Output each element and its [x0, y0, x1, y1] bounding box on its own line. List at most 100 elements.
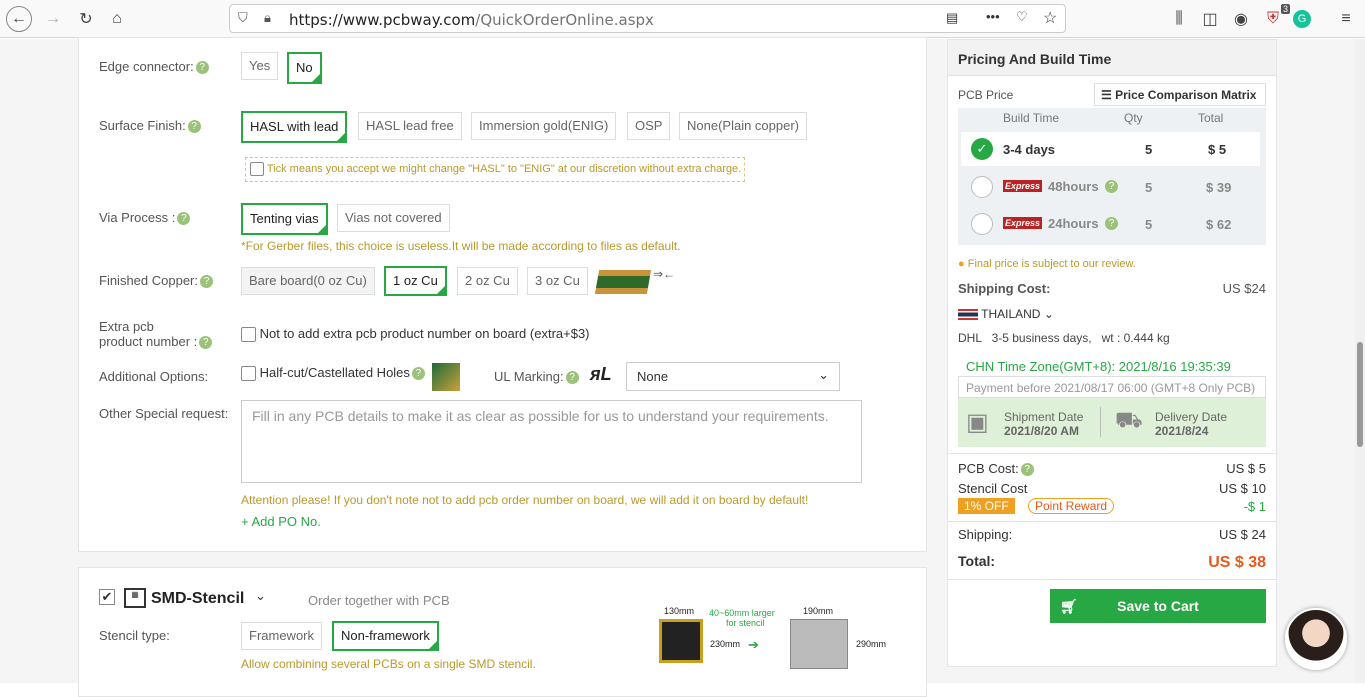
reload-icon[interactable]: ↻	[73, 6, 99, 32]
account-icon[interactable]: ◉	[1228, 6, 1254, 32]
hasl-lead-option[interactable]: HASL with lead	[241, 111, 348, 144]
price-row-48hours[interactable]: Express 48hours? 5 $ 39	[961, 170, 1260, 204]
help-icon[interactable]: ?	[565, 371, 579, 385]
lock-icon[interactable]: 🔒︎	[264, 10, 271, 26]
price-matrix-button[interactable]: ☰ Price Comparison Matrix	[1094, 83, 1266, 106]
pcb-options-card: Edge connector:? Yes No Surface Finish:?…	[78, 37, 927, 552]
scrollbar-thumb[interactable]	[1357, 342, 1363, 447]
bare-board-option[interactable]: Bare board(0 oz Cu)	[241, 267, 375, 295]
ul-marking-label: UL Marking:?	[494, 369, 579, 385]
help-icon[interactable]: ?	[1105, 217, 1118, 230]
help-icon[interactable]: ?	[1105, 180, 1118, 193]
off-badge: 1% OFF	[958, 498, 1015, 514]
pcb-price-label: PCB Price	[958, 88, 1014, 102]
delivery-icon: ⛟	[1115, 407, 1143, 432]
ul-marking-select[interactable]: None ⌄	[626, 362, 840, 391]
extra-pcb-checkbox[interactable]	[241, 327, 256, 343]
stencil-note: Allow combining several PCBs on a single…	[241, 657, 536, 671]
dates-box: ▣ Shipment Date 2021/8/20 AM ⛟ Delivery …	[958, 398, 1266, 447]
additional-options-label: Additional Options:	[99, 369, 209, 384]
timezone-text: CHN Time Zone(GMT+8): 2021/8/16 19:35:39	[966, 359, 1231, 374]
sidebar-icon[interactable]: ◫	[1197, 6, 1223, 32]
finished-copper-label: Finished Copper:?	[99, 273, 213, 289]
help-icon[interactable]: ?	[187, 120, 201, 134]
tick-checkbox[interactable]	[250, 162, 264, 176]
enig-option[interactable]: Immersion gold(ENIG)	[471, 112, 617, 140]
stencil-checkbox[interactable]: ✔	[99, 589, 115, 605]
price-row-24hours[interactable]: Express 24hours? 5 $ 62	[961, 207, 1260, 241]
browser-toolbar: ← → ↻ ⌂ ⛉ 🔒︎ https://www.pcbway.com/Quic…	[0, 0, 1365, 38]
chevron-down-icon: ⌄	[818, 367, 829, 382]
framework-option[interactable]: Framework	[241, 622, 323, 650]
radio-circle[interactable]	[971, 176, 993, 198]
payment-deadline: Payment before 2021/08/17 06:00 (GMT+8 O…	[958, 376, 1266, 398]
order-together-text: Order together with PCB	[308, 593, 450, 608]
3oz-option[interactable]: 3 oz Cu	[527, 267, 588, 295]
reader-icon[interactable]: ▤	[946, 10, 958, 26]
pricing-header: Pricing And Build Time	[948, 40, 1276, 76]
menu-icon[interactable]: ≡	[1333, 6, 1359, 32]
back-icon[interactable]: ←	[6, 6, 32, 32]
forward-icon[interactable]: →	[40, 6, 66, 32]
tick-note-box: Tick means you accept we might change "H…	[245, 157, 745, 182]
list-icon: ☰	[1101, 88, 1112, 102]
radio-circle[interactable]	[971, 213, 993, 235]
check-circle-icon: ✓	[971, 138, 993, 160]
help-icon[interactable]: ?	[177, 212, 191, 226]
country-select[interactable]: THAILAND ⌄	[958, 307, 1054, 321]
edge-yes-option[interactable]: Yes	[241, 52, 279, 80]
extra-pcb-checkbox-row[interactable]: Not to add extra pcb product number on b…	[241, 326, 590, 343]
bulb-icon: ●	[958, 258, 965, 270]
edge-no-option[interactable]: No	[287, 52, 322, 85]
pcb-cost-row: PCB Cost:? US $ 5	[958, 461, 1266, 477]
stencil-type-label: Stencil type:	[99, 628, 170, 643]
extension-icon[interactable]: ⛨ 3	[1260, 4, 1290, 32]
home-icon[interactable]: ⌂	[104, 6, 130, 32]
via-note: *For Gerber files, this choice is useles…	[241, 239, 681, 253]
tenting-vias-option[interactable]: Tenting vias	[241, 203, 328, 236]
more-icon[interactable]: •••	[986, 9, 1000, 24]
help-icon[interactable]: ?	[200, 275, 213, 289]
dhl-info: DHL 3-5 business days, wt : 0.444 kg	[958, 331, 1170, 345]
vias-not-covered-option[interactable]: Vias not covered	[337, 204, 450, 232]
stencil-cost-row: Stencil Cost US $ 10	[958, 481, 1266, 496]
special-request-textarea[interactable]: Fill in any PCB details to make it as cl…	[241, 400, 862, 483]
chevron-down-icon[interactable]: ⌄	[255, 588, 266, 604]
osp-option[interactable]: OSP	[627, 112, 671, 140]
arrows-icon: ⇒←	[653, 267, 676, 281]
cart-icon: 🛒︎	[1060, 598, 1078, 614]
attention-note: Attention please! If you don't note not …	[241, 493, 809, 507]
support-avatar[interactable]	[1285, 608, 1347, 670]
help-icon[interactable]: ?	[199, 336, 213, 350]
plain-copper-option[interactable]: None(Plain copper)	[679, 112, 808, 140]
library-icon[interactable]: ⫼	[1166, 6, 1192, 32]
hasl-free-option[interactable]: HASL lead free	[358, 112, 462, 140]
non-framework-option[interactable]: Non-framework	[332, 621, 439, 652]
header-total: Total	[1198, 111, 1224, 125]
help-icon[interactable]: ?	[195, 61, 209, 75]
via-process-label: Via Process :?	[99, 210, 191, 226]
save-to-cart-button[interactable]: 🛒︎ Save to Cart	[1050, 589, 1266, 623]
shipping-cost-row: Shipping Cost: US $24	[958, 281, 1266, 296]
stencil-diagram: 130mm 230mm 40~60mm larger for stencil ➔…	[658, 606, 898, 691]
pocket-icon[interactable]: ♡	[1016, 9, 1028, 25]
half-cut-row[interactable]: Half-cut/Castellated Holes?	[241, 365, 425, 382]
2oz-option[interactable]: 2 oz Cu	[457, 267, 518, 295]
help-icon[interactable]: ?	[411, 367, 425, 381]
castellated-image	[432, 363, 460, 391]
star-icon[interactable]: ☆	[1043, 8, 1057, 28]
url-bar[interactable]: ⛉ 🔒︎ https://www.pcbway.com/QuickOrderOn…	[229, 4, 1066, 33]
grammarly-icon[interactable]: G	[1293, 10, 1311, 28]
1oz-option[interactable]: 1 oz Cu	[384, 266, 447, 297]
stencil-title: SMD-Stencil	[151, 590, 245, 607]
half-cut-checkbox[interactable]	[241, 366, 256, 382]
help-icon[interactable]: ?	[1020, 463, 1034, 477]
shield-icon[interactable]: ⛉	[238, 10, 248, 26]
header-qty: Qty	[1124, 111, 1143, 125]
point-reward-badge[interactable]: Point Reward	[1028, 498, 1115, 514]
ul-logo-icon: ᴙL	[590, 364, 612, 384]
stencil-icon: ▦	[124, 588, 146, 608]
add-po-link[interactable]: + Add PO No.	[241, 514, 321, 529]
discount-row: 1% OFF Point Reward -$ 1	[958, 498, 1266, 516]
price-row-3-4days[interactable]: ✓ 3-4 days 5 $ 5	[961, 132, 1260, 166]
